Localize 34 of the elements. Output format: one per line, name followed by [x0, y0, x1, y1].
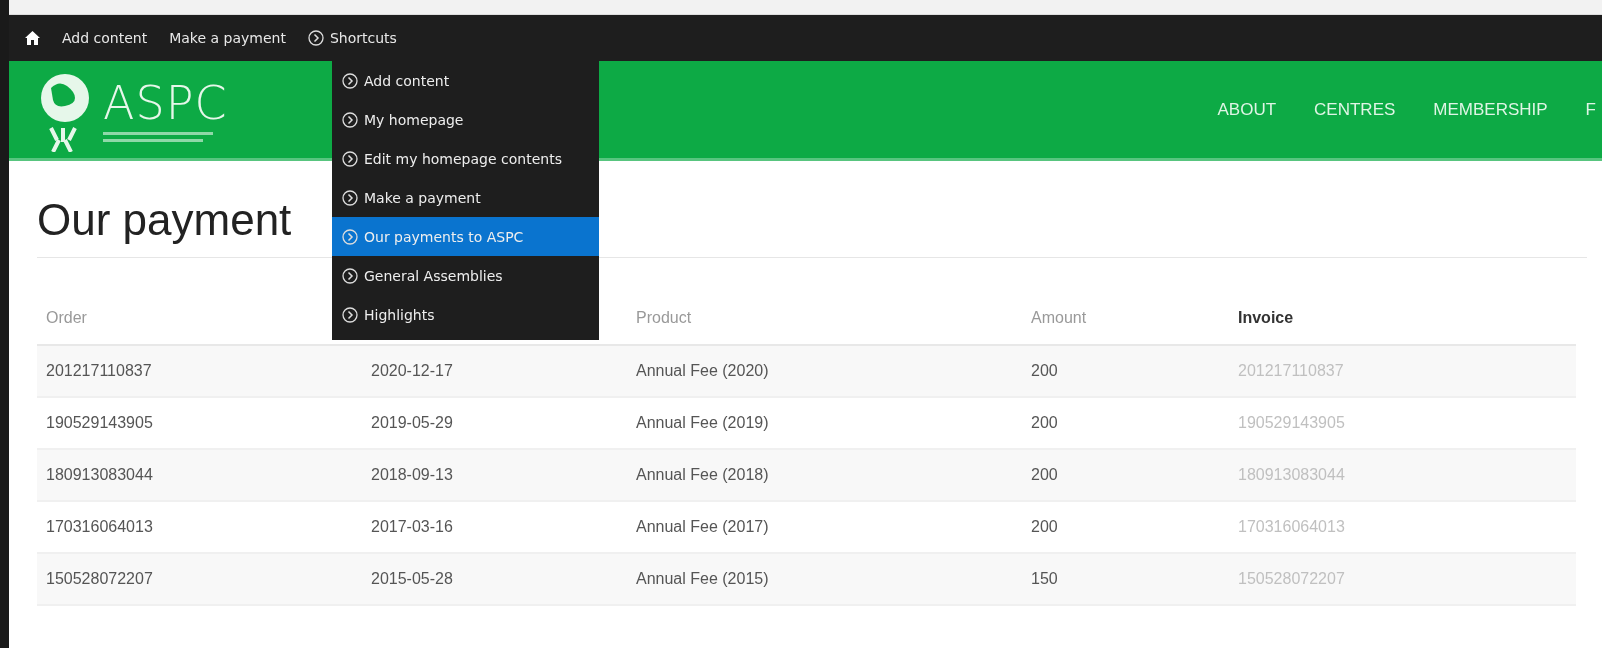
table-cell: Annual Fee (2015) [627, 554, 1022, 606]
table-cell: 180913083044 [37, 450, 362, 502]
circled-chevron-icon [342, 267, 358, 284]
home-icon[interactable] [25, 31, 40, 45]
menu-item[interactable]: General Assemblies [332, 256, 599, 295]
circled-chevron-icon [342, 189, 358, 206]
table-cell: Annual Fee (2018) [627, 450, 1022, 502]
circled-chevron-icon [342, 228, 358, 245]
circled-chevron-icon [342, 111, 358, 128]
table-cell: 200 [1022, 450, 1229, 502]
shortcuts-menu-toggle[interactable]: Shortcuts [307, 30, 397, 46]
menu-item[interactable]: My homepage [332, 100, 599, 139]
circled-chevron-icon [307, 30, 324, 46]
menu-item[interactable]: Our payments to ASPC [332, 217, 599, 256]
circled-chevron-icon [342, 150, 358, 167]
table-cell: 2020-12-17 [362, 346, 627, 398]
toolbar-link[interactable]: Add content [62, 30, 148, 46]
table-cell: 150528072207 [37, 554, 362, 606]
circled-chevron-icon [342, 306, 358, 323]
menu-item[interactable]: Add content [332, 61, 599, 100]
circled-chevron-icon [342, 72, 358, 89]
toolbar-link[interactable]: Make a payment [169, 30, 286, 46]
table-cell: Annual Fee (2020) [627, 346, 1022, 398]
table-cell: 150 [1022, 554, 1229, 606]
table-cell: 2015-05-28 [362, 554, 627, 606]
table-cell: 2018-09-13 [362, 450, 627, 502]
table-cell: 200 [1022, 346, 1229, 398]
nav-link[interactable]: MEMBERSHIP [1433, 99, 1548, 120]
table-cell: 201217110837 [37, 346, 362, 398]
nav-link[interactable]: F [1585, 99, 1596, 120]
menu-item[interactable]: Edit my homepage contents [332, 139, 599, 178]
nav-link[interactable]: CENTRES [1314, 99, 1396, 120]
logo-text: ASPC [103, 75, 228, 130]
nav-link[interactable]: ABOUT [1217, 99, 1277, 120]
